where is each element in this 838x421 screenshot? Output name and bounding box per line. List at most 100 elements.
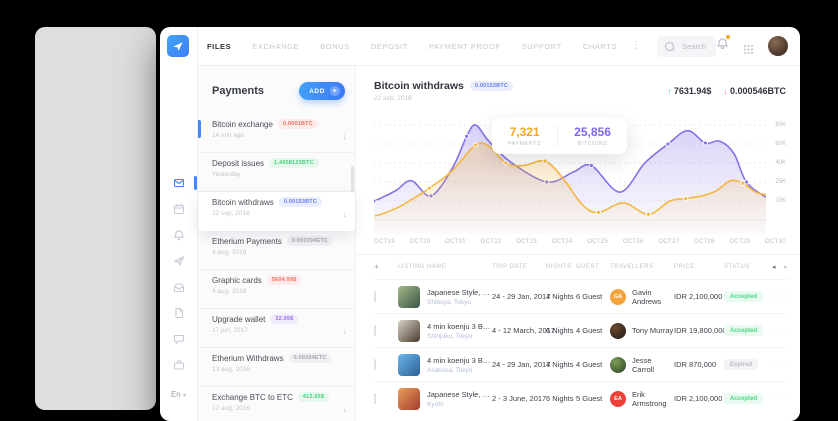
- sidebar-bell-icon[interactable]: [173, 229, 185, 241]
- nav-item[interactable]: BONUS: [320, 42, 350, 51]
- column-header[interactable]: TRAVELLERS: [610, 264, 674, 270]
- add-row-button[interactable]: +: [374, 262, 398, 272]
- x-tick-label: OCT30: [765, 239, 786, 245]
- table-row[interactable]: 4 min koenju 3 Bedroo.. Shinjuku, Tokyo …: [374, 313, 788, 347]
- nights: 6 Nights: [546, 326, 576, 335]
- search-input[interactable]: [680, 41, 708, 52]
- add-payment-button[interactable]: ADD+: [299, 82, 345, 100]
- arrow-up-icon: ↑: [667, 87, 671, 96]
- x-tick-label: OCT21: [445, 239, 466, 245]
- sidebar-briefcase-icon[interactable]: [173, 359, 185, 371]
- search-box[interactable]: [657, 36, 716, 57]
- row-checkbox[interactable]: [374, 291, 376, 302]
- row-checkbox[interactable]: [374, 359, 376, 370]
- listing-thumbnail: [398, 320, 420, 342]
- payment-date: 17 jun, 2017: [212, 327, 298, 334]
- column-header[interactable]: LISTING NAME: [398, 264, 492, 270]
- column-header[interactable]: NIGHTS: [546, 264, 576, 270]
- row-checkbox[interactable]: [374, 325, 376, 336]
- column-header[interactable]: STATUS: [724, 264, 766, 270]
- payment-list-item[interactable]: Etherium Payments 0.000394ETC 4 aug, 201…: [198, 231, 355, 270]
- column-header[interactable]: PRICE: [674, 264, 724, 270]
- payment-amount-badge: 0.00153BTC: [279, 197, 322, 207]
- payment-amount-badge: 32.99$: [270, 314, 298, 324]
- table-pager: ◂ ▸: [766, 263, 788, 271]
- payment-amount-badge: 0.0001BTC: [278, 119, 318, 129]
- listing-location: Kyoto: [427, 401, 492, 408]
- y-tick-label: 60K: [775, 141, 786, 147]
- top-header: FILES EXCHANGE BONUS DEPOSIT PAYMENT PRO…: [198, 27, 800, 66]
- tooltip-payments-value: 7,321: [508, 125, 541, 139]
- payment-title: Upgrade wallet: [212, 315, 265, 324]
- nav-item[interactable]: SUPPORT: [522, 42, 562, 51]
- x-tick-label: OCT20: [410, 239, 431, 245]
- notifications-bell-icon[interactable]: [716, 37, 729, 55]
- download-icon[interactable]: ↓: [343, 326, 348, 336]
- payment-list-item[interactable]: Bitcoin withdraws 0.00153BTC 22 sep, 201…: [198, 192, 355, 231]
- payment-title: Etherium Payments: [212, 237, 282, 246]
- price: IDR 19,800,000: [674, 326, 724, 335]
- sidebar-rail: En ▾: [160, 27, 198, 421]
- listing-location: Asakusa, Tokyo: [427, 367, 492, 374]
- listing-thumbnail: [398, 354, 420, 376]
- download-icon[interactable]: ↓: [343, 209, 348, 219]
- download-icon[interactable]: ↓: [343, 404, 348, 414]
- payment-list-item[interactable]: Graphic cards 5604.99$ 4 aug, 2018 ↓: [198, 270, 355, 309]
- row-menu-icon[interactable]: · · ·: [766, 395, 788, 402]
- table-row[interactable]: Japanese Style, Tatami.. Shibuya, Tokyo …: [374, 279, 788, 313]
- payment-date: 13 aug, 2016: [212, 366, 331, 373]
- payment-amount-badge: 0.00394ETC: [289, 353, 332, 363]
- chart-area[interactable]: 10K25K40K60K80K 7,321 PAYMENTS 25,856 BI…: [374, 104, 786, 236]
- nav-item[interactable]: PAYMENT PROOF: [429, 42, 501, 51]
- tooltip-bitcoins-label: BITCOINS: [574, 141, 611, 147]
- payment-list-item[interactable]: Etherium Withdraws 0.00394ETC 13 aug, 20…: [198, 348, 355, 387]
- language-selector[interactable]: En ▾: [160, 390, 197, 399]
- nav-item[interactable]: EXCHANGE: [252, 42, 299, 51]
- sidebar-document-icon[interactable]: [173, 307, 185, 319]
- status-badge: Accepted: [724, 393, 763, 404]
- table-row[interactable]: Japanese Style, Tatami.. Kyoto 2 - 3 Jun…: [374, 381, 788, 415]
- nav-overflow-menu-icon[interactable]: ⋮: [631, 41, 641, 51]
- payment-list-item[interactable]: Exchange BTC to ETC 412.65$ 12 aug, 2016…: [198, 387, 355, 421]
- payment-amount-badge: 5604.99$: [267, 275, 302, 285]
- payment-list-item[interactable]: Deposit issues 1.4058123BTC Yesterday ↓: [198, 153, 355, 192]
- y-axis-labels: 10K25K40K60K80K: [768, 104, 786, 236]
- traveller-avatar: [610, 323, 626, 339]
- sidebar-calendar-icon[interactable]: [173, 203, 185, 215]
- x-tick-label: OCT25: [587, 239, 608, 245]
- row-checkbox[interactable]: [374, 393, 376, 404]
- status-badge: Expired: [724, 359, 758, 370]
- listing-name: Japanese Style, Tatami..: [427, 390, 492, 399]
- user-avatar[interactable]: [768, 36, 788, 56]
- pager-prev-icon[interactable]: ◂: [772, 263, 776, 271]
- nav-item[interactable]: FILES: [207, 42, 231, 51]
- row-menu-icon[interactable]: · · ·: [766, 361, 788, 368]
- sidebar-inbox-icon[interactable]: [173, 177, 185, 189]
- column-header[interactable]: TRIP DATE: [492, 264, 546, 270]
- price: IDR 2,100,000: [674, 292, 724, 301]
- pager-next-icon[interactable]: ▸: [784, 263, 788, 271]
- listing-name: 4 min koenju 3 Bedroo..: [427, 356, 492, 365]
- nav-item[interactable]: CHARTS: [583, 42, 617, 51]
- nav-item[interactable]: DEPOSIT: [371, 42, 408, 51]
- listing-location: Shibuya, Tokyo: [427, 299, 492, 306]
- sidebar-send-icon[interactable]: [173, 255, 185, 267]
- app-logo[interactable]: [167, 35, 189, 57]
- tooltip-bitcoins-value: 25,856: [574, 125, 611, 139]
- payment-list-item[interactable]: Upgrade wallet 32.99$ 17 jun, 2017 ↓: [198, 309, 355, 348]
- main-content: Bitcoin withdraws 0.00153BTC 22 sep, 201…: [356, 66, 800, 421]
- chart-amount-badge: 0.00153BTC: [470, 81, 513, 91]
- guests: 5 Guest: [576, 394, 610, 403]
- sidebar-chat-icon[interactable]: [173, 333, 185, 345]
- x-tick-label: OCT28: [694, 239, 715, 245]
- table-row[interactable]: 4 min koenju 3 Bedroo.. Asakusa, Tokyo 2…: [374, 347, 788, 381]
- column-header[interactable]: GUEST: [576, 264, 610, 270]
- apps-grid-icon[interactable]: [744, 45, 746, 47]
- row-menu-icon[interactable]: · · ·: [766, 327, 788, 334]
- sidebar-mail-open-icon[interactable]: [173, 281, 185, 293]
- search-icon: [665, 42, 674, 51]
- payment-list-item[interactable]: Bitcoin exchange 0.0001BTC 14 min ago ↓: [198, 114, 355, 153]
- row-menu-icon[interactable]: · · ·: [766, 293, 788, 300]
- paper-plane-logo-icon: [172, 40, 184, 52]
- download-icon[interactable]: ↓: [343, 131, 348, 141]
